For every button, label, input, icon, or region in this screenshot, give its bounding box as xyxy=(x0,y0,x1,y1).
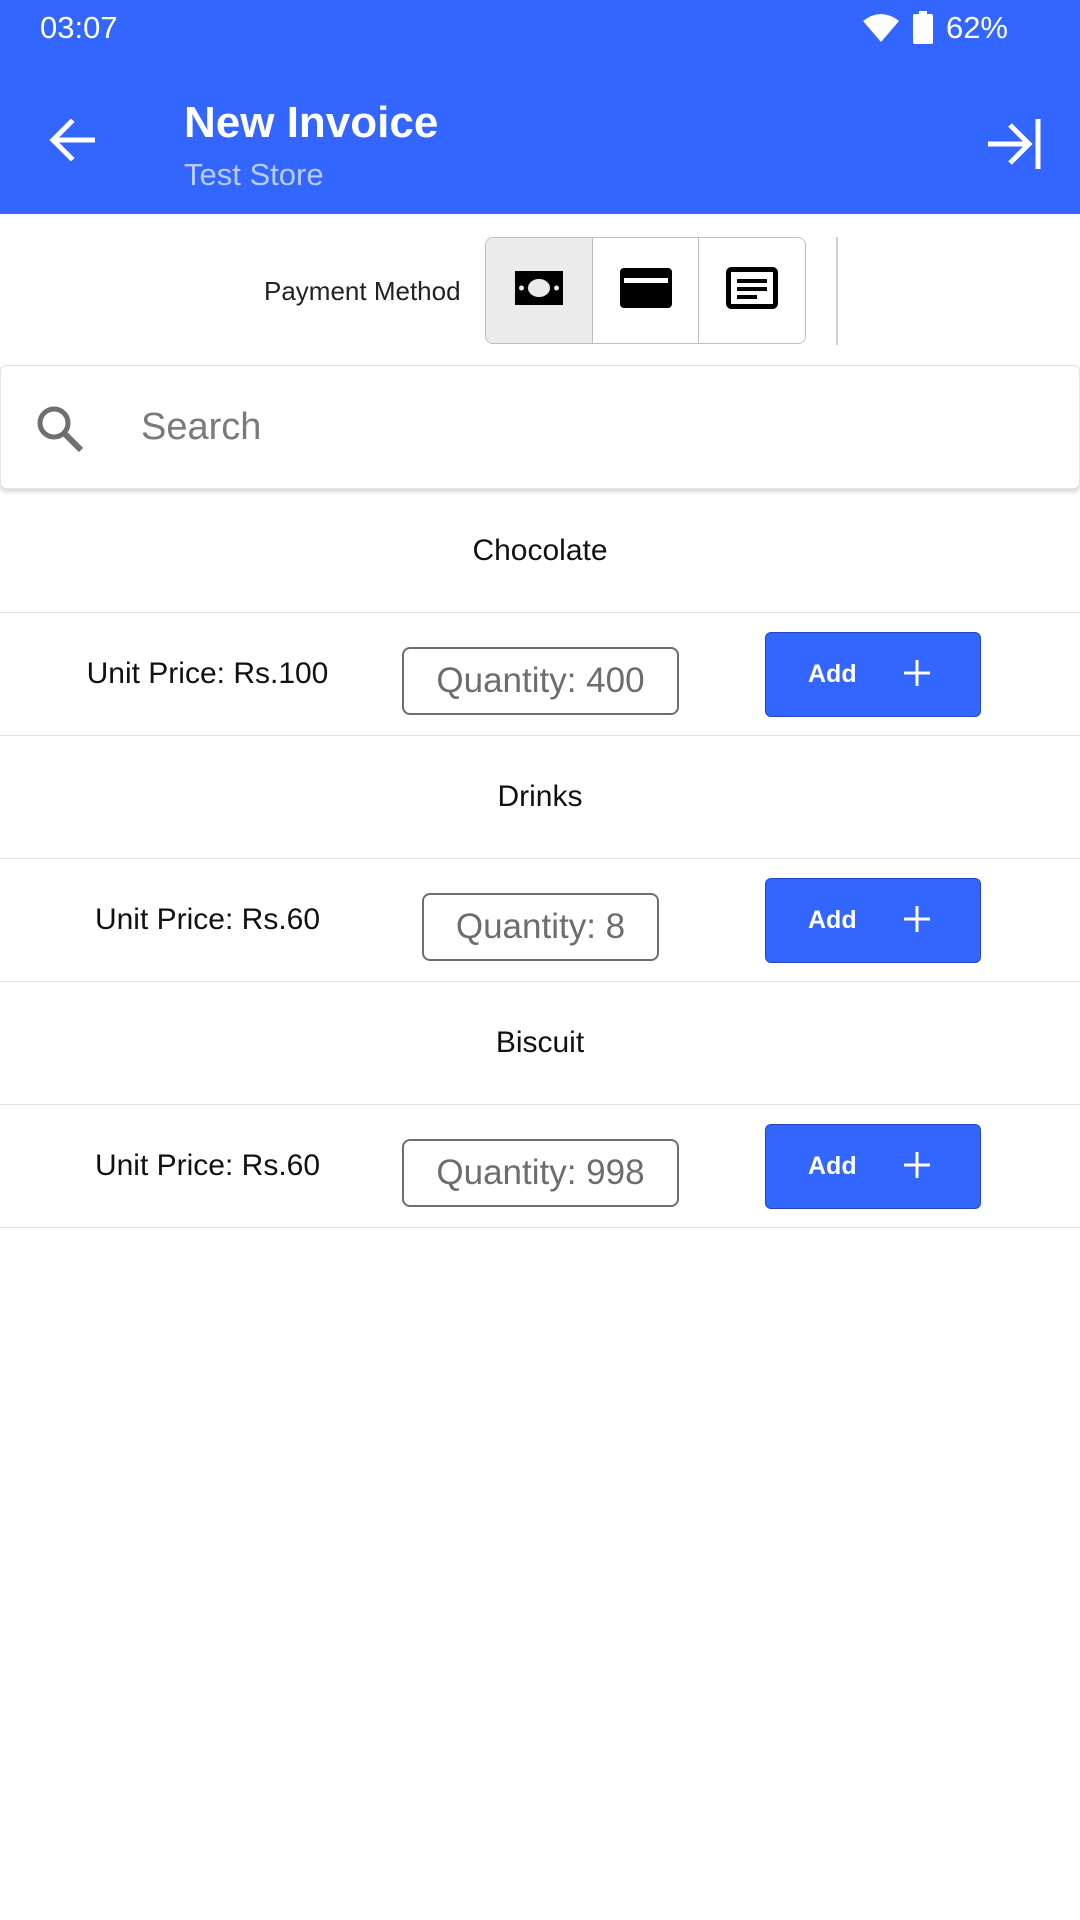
quantity-badge: Quantity: 998 xyxy=(402,1139,679,1207)
unit-price: Unit Price: Rs.100 xyxy=(86,656,329,690)
add-button-label: Add xyxy=(808,905,857,934)
unit-price: Unit Price: Rs.60 xyxy=(94,902,321,936)
wifi-icon xyxy=(862,13,900,43)
payment-method-row: Payment Method xyxy=(0,236,1080,346)
search-input[interactable] xyxy=(141,394,1041,460)
battery-icon xyxy=(912,11,934,45)
arrow-left-icon xyxy=(49,117,96,166)
product-detail-row: Unit Price: Rs.100 Quantity: 400 Add xyxy=(0,613,1080,736)
status-time: 03:07 xyxy=(40,10,118,45)
product-name-row[interactable]: Biscuit xyxy=(0,982,1080,1105)
product-name: Biscuit xyxy=(495,1026,585,1059)
battery-percent: 62% xyxy=(945,10,1008,45)
new-invoice-screen: 03:07 62% New Invoice Test Store Payment… xyxy=(0,0,1080,1920)
finish-invoice-button[interactable] xyxy=(978,110,1050,182)
back-button[interactable] xyxy=(40,110,104,174)
add-button[interactable]: Add xyxy=(765,632,981,717)
plus-icon xyxy=(902,904,932,939)
vertical-divider xyxy=(836,237,838,345)
unit-price: Unit Price: Rs.60 xyxy=(94,1148,321,1182)
add-button[interactable]: Add xyxy=(765,878,981,963)
plus-icon xyxy=(902,658,932,693)
app-bar: 03:07 62% New Invoice Test Store xyxy=(0,0,1080,214)
add-button-label: Add xyxy=(808,659,857,688)
product-name: Drinks xyxy=(497,780,583,813)
product-detail-row: Unit Price: Rs.60 Quantity: 998 Add xyxy=(0,1105,1080,1228)
payment-option-cheque[interactable] xyxy=(699,238,805,343)
payment-method-toggle xyxy=(485,237,806,344)
quantity-badge: Quantity: 8 xyxy=(422,893,659,961)
product-name: Chocolate xyxy=(472,534,608,567)
search-icon[interactable] xyxy=(35,404,85,454)
payment-option-card[interactable] xyxy=(592,238,700,343)
add-button-label: Add xyxy=(808,1151,857,1180)
cheque-icon xyxy=(726,267,779,314)
payment-option-cash[interactable] xyxy=(486,238,593,343)
product-name-row[interactable]: Chocolate xyxy=(0,490,1080,613)
payment-method-label: Payment Method xyxy=(264,276,461,306)
card-icon xyxy=(619,268,672,313)
plus-icon xyxy=(902,1150,932,1185)
product-name-row[interactable]: Drinks xyxy=(0,736,1080,859)
quantity-badge: Quantity: 400 xyxy=(402,647,679,715)
add-button[interactable]: Add xyxy=(765,1124,981,1209)
product-detail-row: Unit Price: Rs.60 Quantity: 8 Add xyxy=(0,859,1080,982)
arrow-to-end-icon xyxy=(986,117,1042,176)
title-block: New Invoice Test Store xyxy=(184,98,438,193)
status-icons: 62% xyxy=(862,10,1008,46)
search-bar xyxy=(0,365,1080,489)
page-title: New Invoice xyxy=(184,98,439,147)
store-name: Test Store xyxy=(184,156,324,192)
product-list: Chocolate Unit Price: Rs.100 Quantity: 4… xyxy=(0,490,1080,1228)
cash-icon xyxy=(514,271,563,310)
